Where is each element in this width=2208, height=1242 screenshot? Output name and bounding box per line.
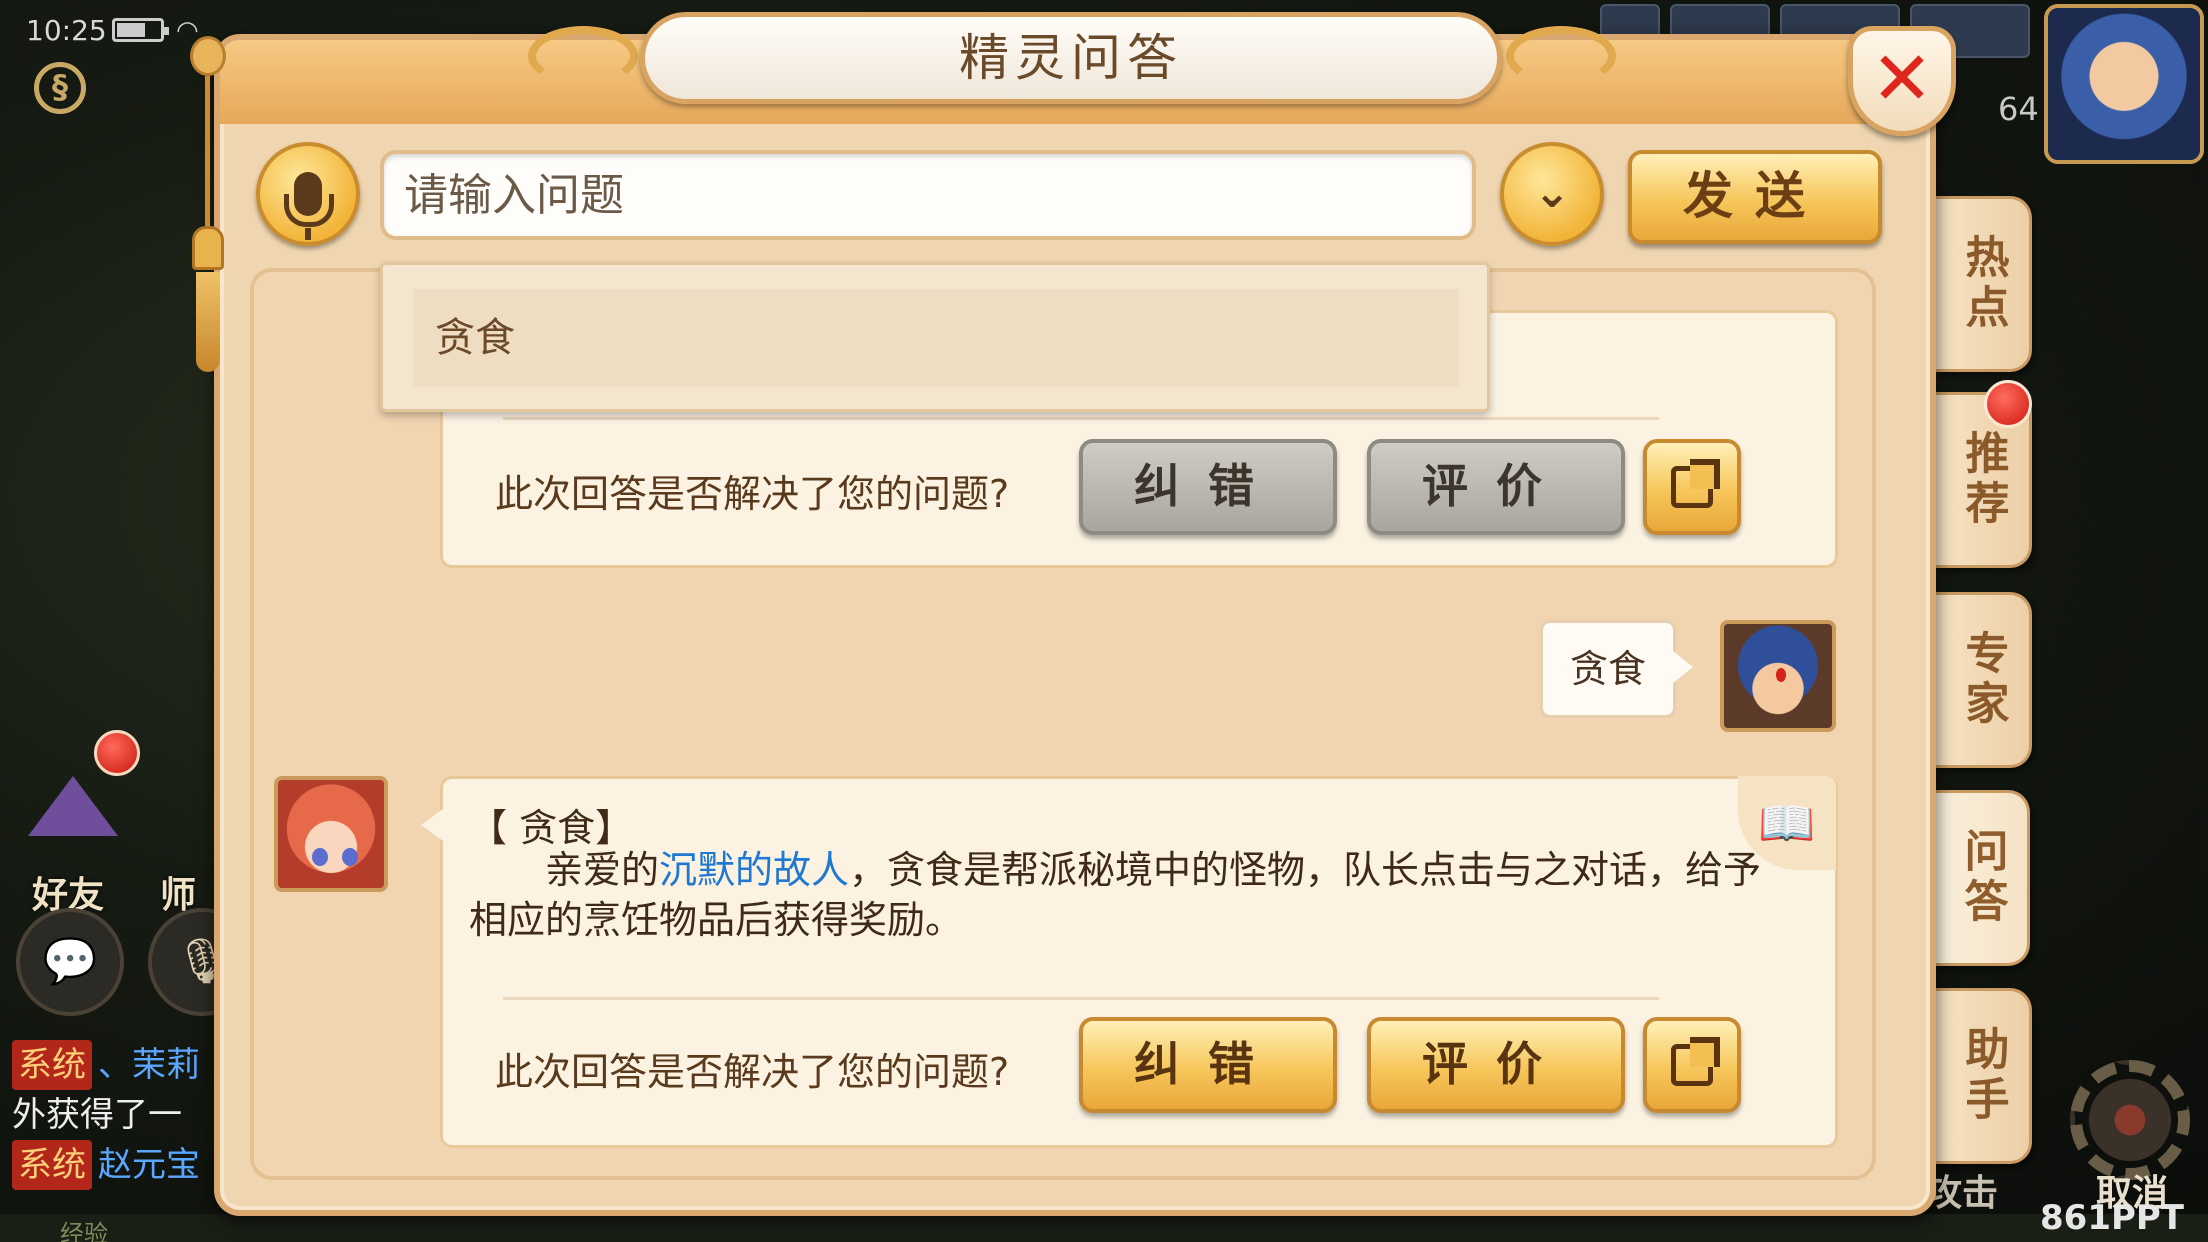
- answer-body: 亲爱的沉默的故人，贪食是帮派秘境中的怪物，队长点击与之对话，给予相应的烹饪物品后…: [469, 845, 1799, 945]
- status-time: 10:25: [26, 14, 107, 47]
- chat-tag: 系统: [12, 1040, 92, 1090]
- cloud-ornament-right: [1506, 26, 1616, 86]
- suggestion-dropdown: 贪食: [380, 262, 1490, 412]
- experience-label: 经验: [60, 1220, 108, 1242]
- close-button[interactable]: ✕: [1848, 26, 1956, 136]
- rate-button-disabled[interactable]: 评价: [1367, 439, 1625, 535]
- divider: [503, 997, 1659, 1000]
- friend-button[interactable]: 好友: [18, 766, 128, 916]
- friend-hat-icon: [28, 776, 118, 836]
- divider: [503, 417, 1659, 420]
- chevron-down-icon: ⌄: [1533, 167, 1571, 218]
- player-avatar[interactable]: [2044, 4, 2204, 164]
- gear-icon[interactable]: [2070, 1060, 2190, 1180]
- correct-button-disabled[interactable]: 纠错: [1079, 439, 1337, 535]
- feedback-question: 此次回答是否解决了您的问题?: [495, 1050, 1010, 1094]
- tab-assistant[interactable]: 助手: [1936, 988, 2032, 1164]
- feedback-question: 此次回答是否解决了您的问题?: [495, 472, 1010, 516]
- chat-name: 赵元宝: [98, 1145, 200, 1185]
- share-button[interactable]: [1643, 439, 1741, 535]
- cloud-ornament-left: [528, 26, 638, 86]
- chat-line: 系统 赵元宝: [12, 1140, 222, 1190]
- question-input[interactable]: [380, 150, 1476, 240]
- world-chat-log[interactable]: 系统 、茉莉 外获得了一 系统 赵元宝: [12, 1040, 222, 1190]
- chat-tag: 系统: [12, 1140, 92, 1190]
- user-message: 贪食: [1540, 620, 1693, 718]
- rate-button[interactable]: 评价: [1367, 1017, 1625, 1113]
- recommend-badge: [1984, 380, 2032, 428]
- user-avatar: [1720, 620, 1836, 732]
- tassel-ornament: [188, 36, 228, 376]
- microphone-icon: [284, 172, 334, 240]
- correct-button[interactable]: 纠错: [1079, 1017, 1337, 1113]
- share-icon: [1671, 459, 1720, 508]
- voice-input-button[interactable]: [256, 142, 360, 246]
- attack-label: 攻击: [1926, 1173, 1999, 1214]
- tab-qa[interactable]: 问答: [1936, 790, 2030, 966]
- experience-bar: 经验: [0, 1214, 2208, 1242]
- chat-name: 、茉莉: [98, 1045, 200, 1085]
- watermark: 861PPT: [2040, 1198, 2185, 1238]
- share-button[interactable]: [1643, 1017, 1741, 1113]
- suggestion-item[interactable]: 贪食: [413, 289, 1459, 387]
- send-button[interactable]: 发送: [1628, 150, 1882, 244]
- answer-title: 【 贪食】: [469, 806, 634, 850]
- answer-card: 【 贪食】 亲爱的沉默的故人，贪食是帮派秘境中的怪物，队长点击与之对话，给予相应…: [421, 776, 1838, 1148]
- npc-link[interactable]: 沉默的故人: [659, 848, 849, 892]
- tab-expert[interactable]: 专家: [1936, 592, 2032, 768]
- chat-bubble-icon[interactable]: 💬: [16, 908, 124, 1016]
- share-icon: [1671, 1037, 1720, 1086]
- answer-text-prefix: 亲爱的: [545, 848, 660, 892]
- notification-dot: [94, 730, 140, 776]
- player-level: 64: [1998, 90, 2039, 128]
- chat-line: 系统 、茉莉: [12, 1040, 222, 1090]
- dialog-title: 精灵问答: [640, 12, 1502, 104]
- history-dropdown-button[interactable]: ⌄: [1500, 142, 1604, 246]
- chat-line: 外获得了一: [12, 1095, 182, 1135]
- assistant-avatar: [274, 776, 388, 892]
- battery-icon: [112, 18, 169, 42]
- swirl-menu-icon[interactable]: §: [34, 62, 86, 114]
- tab-hot[interactable]: 热点: [1936, 196, 2032, 372]
- close-icon: ✕: [1870, 36, 1933, 122]
